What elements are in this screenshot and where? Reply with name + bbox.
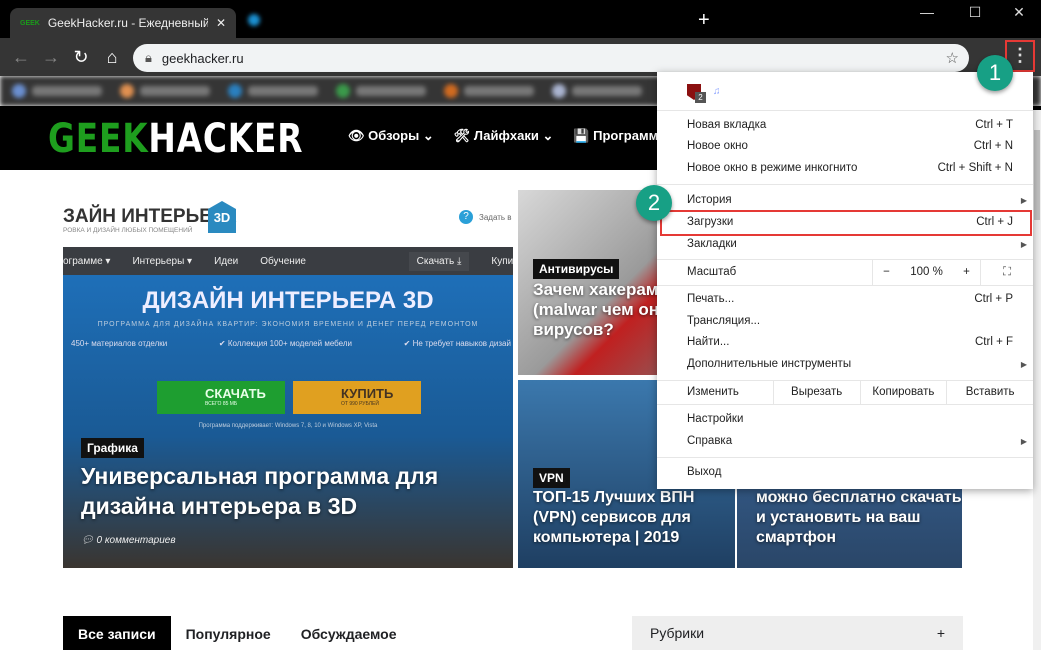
hero-subtitle: ПРОГРАММА ДЛЯ ДИЗАЙНА КВАРТИР: ЭКОНОМИЯ … bbox=[97, 321, 479, 328]
menu-settings[interactable]: Настройки bbox=[687, 408, 1013, 430]
maximize-button[interactable]: ☐ bbox=[960, 4, 990, 21]
tab-discussed[interactable]: Обсуждаемое bbox=[286, 616, 412, 650]
menu-print[interactable]: Печать... Ctrl + P bbox=[687, 288, 1013, 310]
rubrics-label: Рубрики bbox=[650, 625, 705, 641]
submenu-arrow-icon: ▶ bbox=[1020, 359, 1027, 369]
close-window-button[interactable]: ✕ bbox=[1004, 4, 1034, 21]
expand-icon[interactable]: + bbox=[937, 625, 945, 641]
fullscreen-icon[interactable]: ⛶ bbox=[980, 259, 1033, 285]
extension-badge: 2 bbox=[695, 92, 706, 103]
brand-subtitle: РОВКА И ДИЗАЙН ЛЮБЫХ ПОМЕЩЕНИЙ bbox=[63, 227, 193, 234]
tab-active[interactable]: GEEK GeekHacker.ru - Ежедневный жу ✕ bbox=[10, 8, 236, 38]
inner-nav-item: ограмме ▾ bbox=[63, 255, 111, 267]
minimize-button[interactable]: — bbox=[912, 4, 942, 20]
step-badge-1: 1 bbox=[977, 55, 1013, 91]
menu-cast[interactable]: Трансляция... bbox=[687, 310, 1013, 332]
feature: 450+ материалов отделки bbox=[71, 339, 168, 348]
forward-icon[interactable]: → bbox=[38, 44, 64, 70]
menu-more-tools[interactable]: Дополнительные инструменты ▶ bbox=[687, 353, 1027, 375]
post-title[interactable]: Универсальная программа для дизайна инте… bbox=[81, 461, 501, 521]
menu-new-window[interactable]: Новое окно Ctrl + N bbox=[687, 135, 1013, 157]
comments-count[interactable]: 0 комментариев bbox=[96, 535, 175, 546]
chrome-main-menu: 2 ♫ Новая вкладка Ctrl + T Новое окно Ctrl… bbox=[657, 72, 1033, 489]
zoom-label: Масштаб bbox=[687, 266, 737, 278]
extension-icon[interactable]: ♫ bbox=[713, 86, 721, 97]
comment-icon: 💬︎ bbox=[81, 535, 97, 546]
post-tabs: Все записи Популярное Обсуждаемое bbox=[63, 616, 412, 650]
nav-reviews[interactable]: 👁 Обзоры ⌄ bbox=[348, 128, 434, 144]
hero-title: ДИЗАЙН ИНТЕРЬЕРА 3D bbox=[142, 287, 434, 314]
nav-lifehacks[interactable]: 🛠 Лайфхаки ⌄ bbox=[454, 128, 554, 144]
featured-post-card[interactable]: ЗАЙН ИНТЕРЬЕРА 3D РОВКА И ДИЗАЙН ЛЮБЫХ П… bbox=[63, 190, 513, 568]
menu-new-tab[interactable]: Новая вкладка Ctrl + T bbox=[687, 114, 1013, 136]
edit-label: Изменить bbox=[687, 386, 739, 398]
submenu-arrow-icon: ▶ bbox=[1020, 436, 1027, 446]
hero-download-button: СКАЧАТЬ ВСЕГО 85 МБ bbox=[157, 381, 285, 414]
inner-nav-item: Обучение bbox=[260, 255, 306, 267]
edit-row: Изменить Вырезать Копировать Вставить bbox=[657, 380, 1033, 404]
url-text: geekhacker.ru bbox=[161, 50, 244, 66]
menu-help[interactable]: Справка ▶ bbox=[687, 430, 1027, 452]
category-label[interactable]: Графика bbox=[81, 438, 144, 458]
page-scrollbar[interactable] bbox=[1033, 110, 1041, 650]
lock-icon: 🔒︎ bbox=[145, 50, 152, 65]
post-title[interactable]: ТОП-15 Лучших ВПН (VPN) сервисов для ком… bbox=[533, 488, 733, 548]
help-icon: ? bbox=[459, 210, 473, 224]
zoom-value: 100 % bbox=[910, 266, 943, 278]
tab-inactive[interactable] bbox=[248, 14, 260, 26]
inner-nav-item: Интерьеры ▾ bbox=[132, 255, 193, 267]
hero-buy-button: КУПИТЬ ОТ 990 РУБЛЕЙ bbox=[293, 381, 421, 414]
tab-all-posts[interactable]: Все записи bbox=[63, 616, 171, 650]
zoom-row: Масштаб − 100 % + ⛶ bbox=[657, 259, 1033, 285]
submenu-arrow-icon: ▶ bbox=[1020, 195, 1027, 205]
step-badge-2: 2 bbox=[636, 185, 672, 221]
ask-text: Задать в bbox=[479, 213, 512, 222]
menu-incognito-window[interactable]: Новое окно в режиме инкогнито Ctrl + Shif… bbox=[687, 157, 1013, 179]
post-title[interactable]: можно бесплатно скачать и установить на … bbox=[756, 488, 962, 548]
inner-download-link: Скачать ⤓ bbox=[408, 251, 470, 271]
menu-bookmarks[interactable]: Закладки ▶ bbox=[687, 233, 1027, 255]
back-icon[interactable]: ← bbox=[8, 44, 34, 70]
site-logo[interactable]: GEEKHACKER bbox=[48, 116, 303, 162]
support-text: Программа поддерживает: Windows 7, 8, 10… bbox=[198, 423, 378, 429]
address-bar[interactable]: 🔒︎ geekhacker.ru ☆ bbox=[133, 44, 969, 72]
close-tab-icon[interactable]: ✕ bbox=[216, 16, 226, 30]
new-tab-button[interactable]: + bbox=[698, 9, 710, 32]
category-label[interactable]: Антивирусы bbox=[533, 259, 620, 279]
bookmark-star-icon[interactable]: ☆ bbox=[946, 49, 959, 67]
zoom-in-button[interactable]: + bbox=[963, 266, 970, 278]
nav-programs[interactable]: 💾 Программы bbox=[573, 128, 669, 144]
zoom-out-button[interactable]: − bbox=[883, 266, 890, 278]
downloads-highlight-box bbox=[660, 210, 1032, 236]
reload-icon[interactable]: ↻ bbox=[68, 44, 94, 70]
menu-history[interactable]: История ▶ bbox=[687, 189, 1027, 211]
feature: ✔ Коллекция 100+ моделей мебели bbox=[218, 339, 352, 348]
category-label[interactable]: VPN bbox=[533, 468, 570, 488]
site-nav: 👁 Обзоры ⌄ 🛠 Лайфхаки ⌄ 💾 Программы bbox=[348, 128, 669, 144]
feature: ✔ Не требует навыков дизай bbox=[403, 339, 511, 348]
rubrics-widget[interactable]: Рубрики + bbox=[632, 616, 963, 650]
home-icon[interactable]: ⌂ bbox=[99, 44, 125, 70]
menu-exit[interactable]: Выход bbox=[687, 461, 1013, 483]
inner-buy-link: Купить bbox=[491, 255, 513, 267]
tab-title: GeekHacker.ru - Ежедневный жу bbox=[47, 16, 208, 30]
favicon-icon: GEEK bbox=[20, 19, 40, 27]
copy-button[interactable]: Копировать bbox=[859, 380, 947, 404]
cut-button[interactable]: Вырезать bbox=[772, 380, 860, 404]
tab-popular[interactable]: Популярное bbox=[171, 616, 286, 650]
menu-find[interactable]: Найти... Ctrl + F bbox=[687, 331, 1013, 353]
paste-button[interactable]: Вставить bbox=[946, 380, 1033, 404]
inner-nav-item: Идеи bbox=[214, 255, 239, 267]
submenu-arrow-icon: ▶ bbox=[1020, 239, 1027, 249]
